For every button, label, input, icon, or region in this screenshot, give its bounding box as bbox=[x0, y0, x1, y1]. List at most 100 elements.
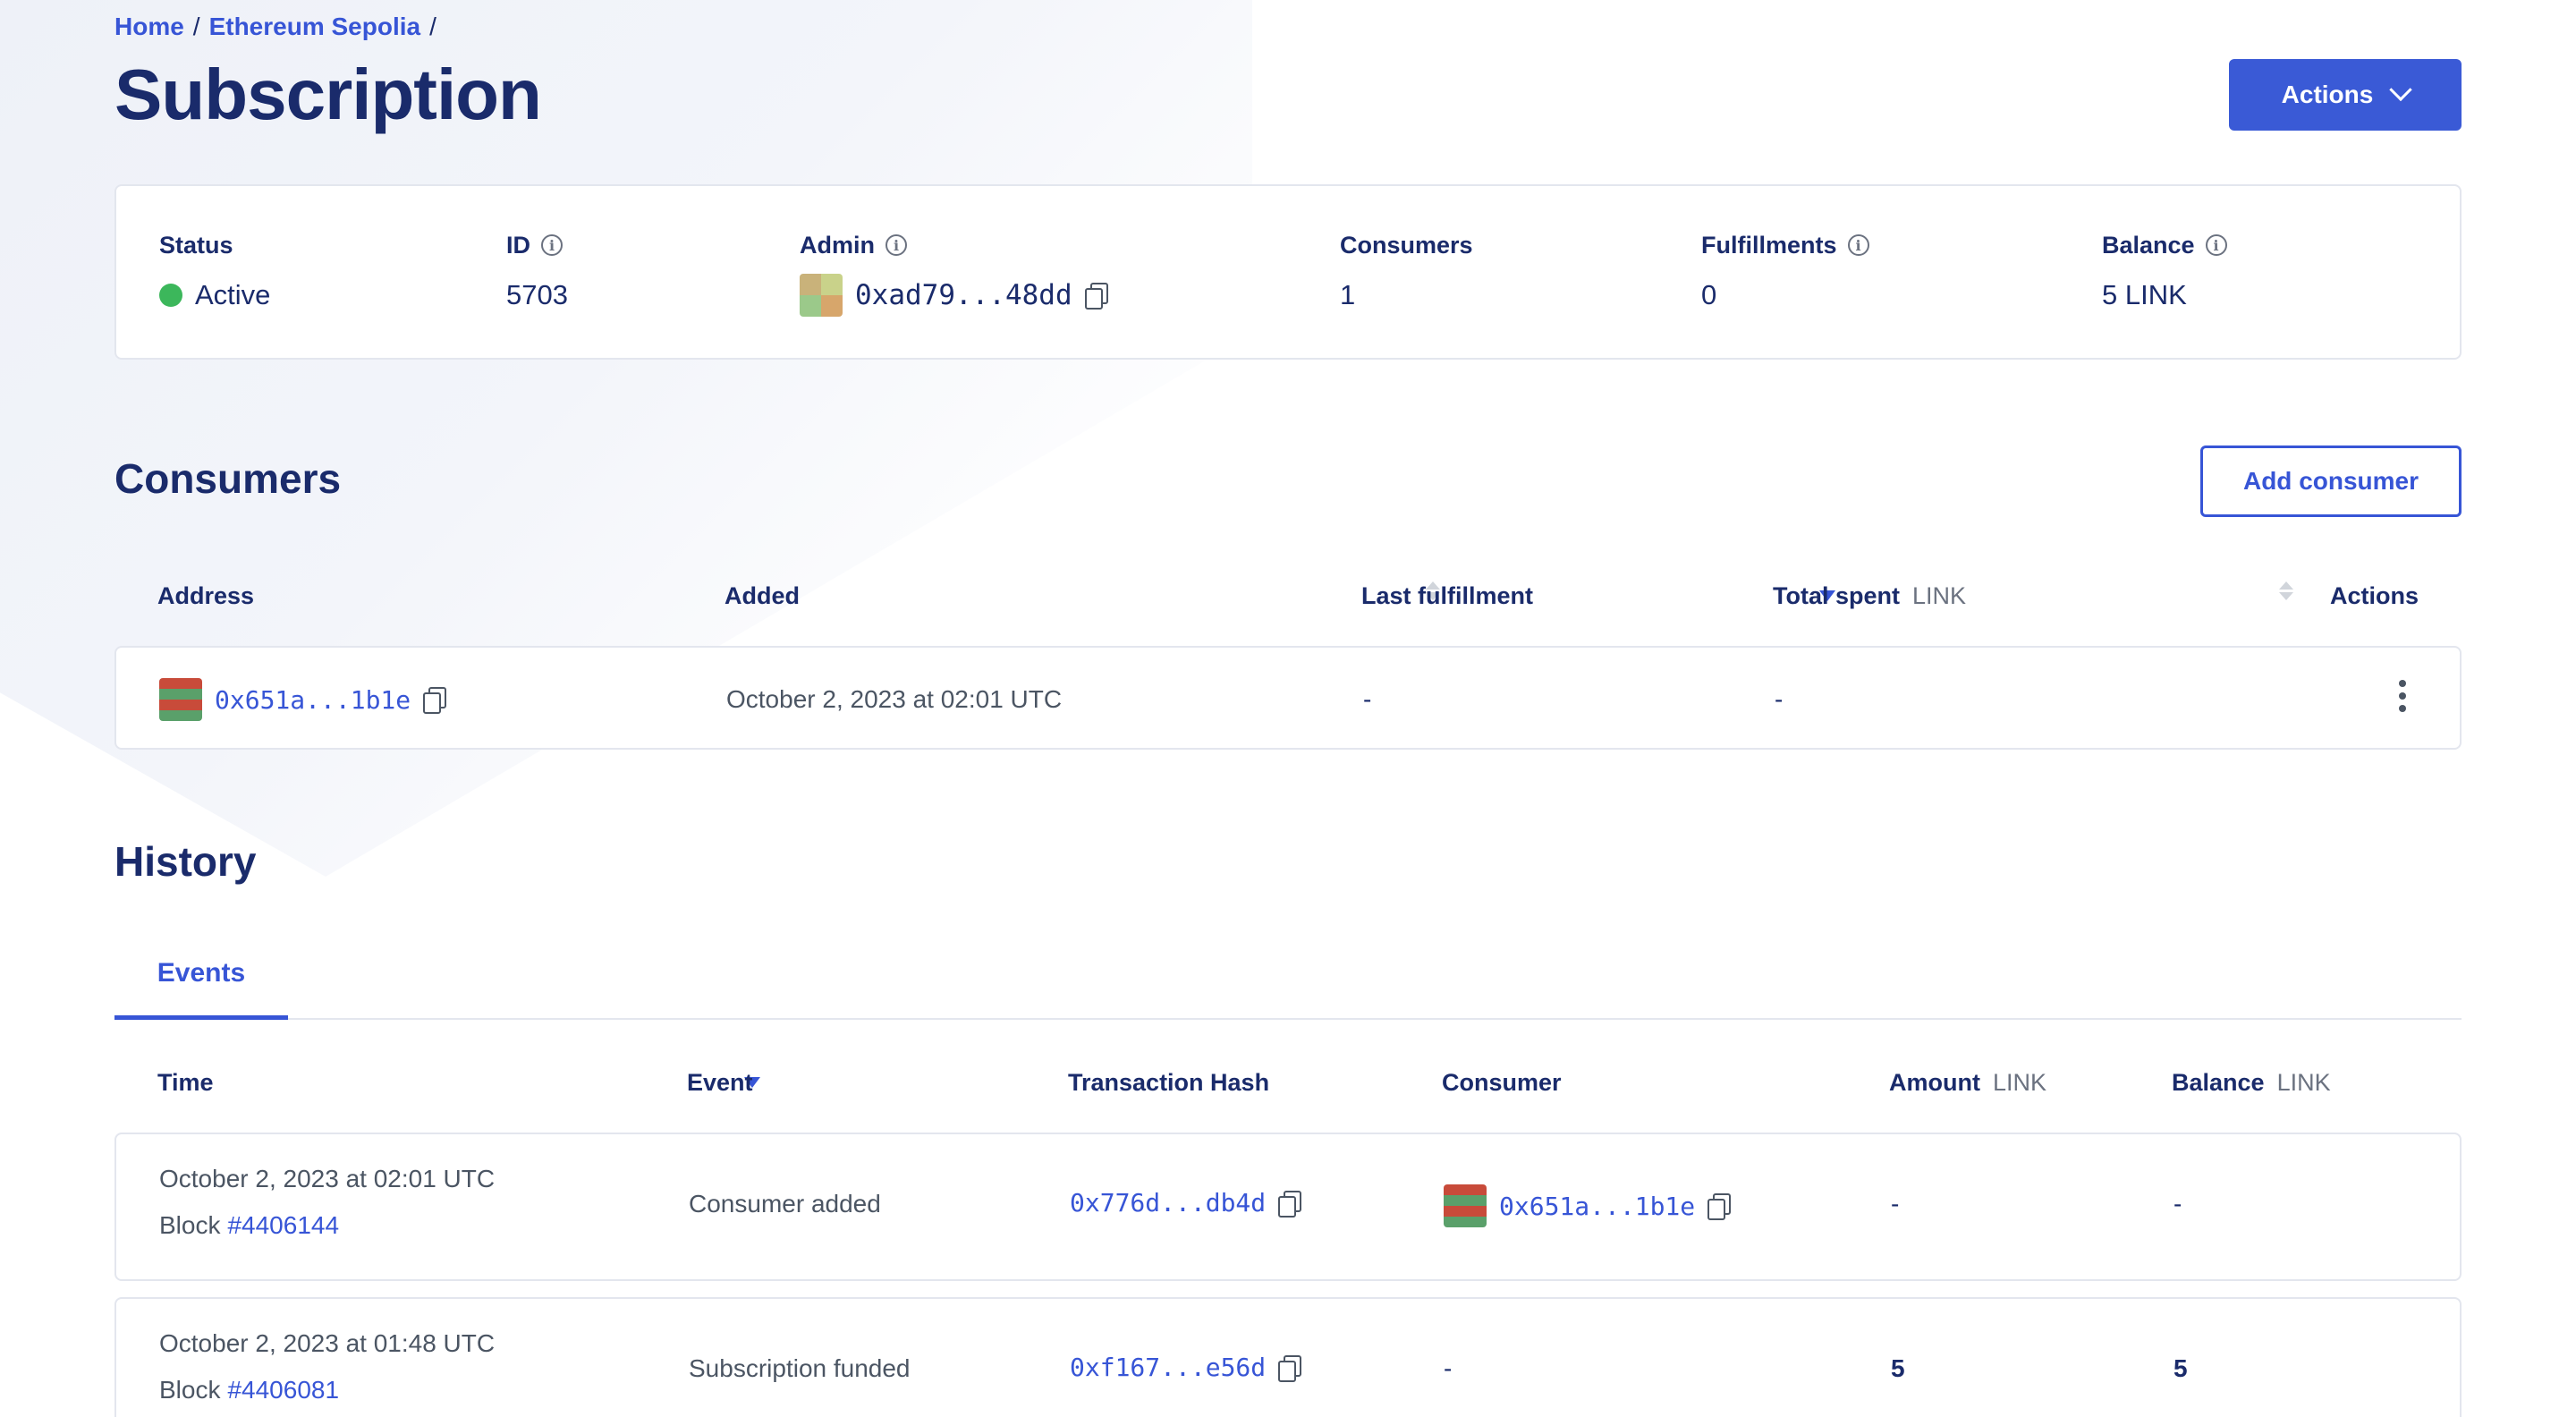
sort-icon[interactable] bbox=[2279, 581, 2293, 600]
column-unit-label: LINK bbox=[2276, 1068, 2331, 1096]
info-icon[interactable]: i bbox=[1847, 234, 1869, 256]
breadcrumb-separator: / bbox=[429, 13, 436, 40]
copy-icon[interactable] bbox=[1084, 283, 1108, 310]
consumers-value: 1 bbox=[1340, 279, 1356, 310]
tab-events[interactable]: Events bbox=[114, 930, 288, 1020]
consumer-last-fulfillment-cell: - bbox=[1363, 685, 1372, 713]
event-block-label: Block bbox=[159, 1376, 221, 1404]
event-tx-cell: 0x776d...db4d bbox=[1070, 1188, 1302, 1218]
history-tabs: Events bbox=[114, 930, 2462, 1020]
copy-icon[interactable] bbox=[1278, 1354, 1302, 1382]
admin-label: Admin bbox=[800, 231, 875, 259]
column-amount: Amount LINK bbox=[1889, 1056, 2046, 1109]
column-event-label: Event bbox=[687, 1068, 753, 1096]
event-tx-cell: 0xf167...e56d bbox=[1070, 1353, 1302, 1382]
history-table-header: Time Event Transaction Hash Consumer Amo… bbox=[114, 1056, 2462, 1109]
column-unit-label: LINK bbox=[1992, 1068, 2047, 1096]
column-added[interactable]: Added bbox=[724, 569, 1440, 623]
tx-hash-link[interactable]: 0xf167...e56d bbox=[1070, 1353, 1266, 1382]
balance-value: 5 LINK bbox=[2102, 279, 2187, 310]
chevron-down-icon bbox=[2389, 78, 2413, 102]
event-block-link[interactable]: #4406144 bbox=[227, 1211, 339, 1240]
row-more-options-icon[interactable] bbox=[2399, 680, 2406, 712]
column-tx-hash-label: Transaction Hash bbox=[1068, 1068, 1270, 1096]
event-block: Block #4406144 bbox=[159, 1211, 339, 1240]
column-balance: Balance LINK bbox=[2172, 1056, 2331, 1109]
id-value: 5703 bbox=[506, 279, 568, 310]
balance-label: Balance bbox=[2102, 231, 2195, 259]
event-block: Block #4406081 bbox=[159, 1376, 339, 1404]
tx-hash-link[interactable]: 0x776d...db4d bbox=[1070, 1188, 1266, 1218]
table-row: October 2, 2023 at 02:01 UTC Block #4406… bbox=[114, 1133, 2462, 1281]
info-icon[interactable]: i bbox=[541, 234, 563, 256]
column-amount-label: Amount bbox=[1889, 1068, 1980, 1096]
column-added-label: Added bbox=[724, 581, 800, 609]
column-actions: Actions bbox=[2330, 569, 2419, 623]
table-row: 0x651a...1b1e October 2, 2023 at 02:01 U… bbox=[114, 646, 2462, 750]
column-address: Address bbox=[157, 569, 254, 623]
column-time[interactable]: Time bbox=[157, 1056, 760, 1109]
breadcrumb-separator: / bbox=[192, 13, 200, 40]
history-section-title: History bbox=[114, 838, 257, 885]
table-row: October 2, 2023 at 01:48 UTC Block #4406… bbox=[114, 1297, 2462, 1417]
consumer-added-cell: October 2, 2023 at 02:01 UTC bbox=[726, 685, 1063, 713]
consumers-label: Consumers bbox=[1340, 231, 1473, 259]
event-time: October 2, 2023 at 02:01 UTC bbox=[159, 1165, 496, 1192]
column-total-spent-label: Total spent bbox=[1773, 581, 1901, 609]
consumer-avatar bbox=[159, 678, 202, 721]
consumer-address-cell: 0x651a...1b1e bbox=[159, 678, 447, 721]
status-value: Active bbox=[195, 279, 271, 310]
consumer-address-link[interactable]: 0x651a...1b1e bbox=[1499, 1192, 1695, 1221]
fulfillments-stat: Fulfillments i 0 bbox=[1701, 229, 1869, 313]
id-stat: ID i 5703 bbox=[506, 229, 568, 313]
copy-icon[interactable] bbox=[1278, 1190, 1302, 1218]
balance-stat: Balance i 5 LINK bbox=[2102, 229, 2227, 313]
column-unit-label: LINK bbox=[1912, 581, 1967, 609]
column-event: Event bbox=[687, 1056, 753, 1109]
consumers-table-header: Address Added Last fulfillment Total spe… bbox=[114, 569, 2462, 623]
id-label: ID bbox=[506, 231, 530, 259]
page-title: Subscription bbox=[114, 55, 542, 134]
consumers-section-title: Consumers bbox=[114, 455, 342, 502]
status-label: Status bbox=[159, 231, 233, 259]
event-name: Subscription funded bbox=[689, 1354, 911, 1382]
event-time: October 2, 2023 at 01:48 UTC bbox=[159, 1329, 496, 1357]
event-name: Consumer added bbox=[689, 1190, 881, 1218]
breadcrumb-network[interactable]: Ethereum Sepolia bbox=[209, 13, 421, 40]
column-tx-hash: Transaction Hash bbox=[1068, 1056, 1269, 1109]
consumer-address-link[interactable]: 0x651a...1b1e bbox=[215, 685, 411, 715]
add-consumer-button[interactable]: Add consumer bbox=[2200, 445, 2462, 517]
column-consumer: Consumer bbox=[1442, 1056, 1562, 1109]
column-address-label: Address bbox=[157, 581, 255, 609]
info-icon[interactable]: i bbox=[2205, 234, 2227, 256]
event-amount: - bbox=[1891, 1190, 1900, 1218]
page: Home / Ethereum Sepolia / Subscription Acti… bbox=[0, 0, 2576, 1417]
consumer-total-spent-cell: - bbox=[1775, 685, 1784, 713]
event-balance: 5 bbox=[2174, 1354, 2188, 1382]
consumer-avatar bbox=[1444, 1184, 1487, 1227]
status-dot-icon bbox=[159, 284, 182, 307]
fulfillments-value: 0 bbox=[1701, 279, 1717, 310]
breadcrumb-home[interactable]: Home bbox=[114, 13, 184, 40]
breadcrumb: Home / Ethereum Sepolia / bbox=[114, 13, 445, 41]
info-icon[interactable]: i bbox=[886, 234, 907, 256]
column-last-fulfillment[interactable]: Last fulfillment bbox=[1361, 569, 1835, 623]
column-actions-label: Actions bbox=[2329, 581, 2419, 609]
event-consumer-cell: 0x651a...1b1e bbox=[1444, 1184, 1732, 1227]
event-block-label: Block bbox=[159, 1211, 221, 1239]
admin-stat: Admin i 0xad79...48dd bbox=[800, 229, 1108, 317]
event-balance: - bbox=[2174, 1190, 2182, 1218]
column-last-fulfillment-label: Last fulfillment bbox=[1361, 581, 1534, 609]
fulfillments-label: Fulfillments bbox=[1701, 231, 1837, 259]
admin-avatar bbox=[800, 274, 843, 317]
copy-icon[interactable] bbox=[423, 687, 447, 714]
actions-button-label: Actions bbox=[2281, 81, 2374, 108]
event-amount: 5 bbox=[1891, 1354, 1905, 1382]
event-consumer-cell: - bbox=[1444, 1354, 1453, 1382]
actions-button[interactable]: Actions bbox=[2229, 59, 2462, 131]
column-total-spent[interactable]: Total spent LINK bbox=[1773, 569, 2293, 623]
event-block-link[interactable]: #4406081 bbox=[227, 1376, 339, 1404]
column-time-label: Time bbox=[157, 1068, 214, 1096]
copy-icon[interactable] bbox=[1707, 1193, 1732, 1220]
column-balance-label: Balance bbox=[2172, 1068, 2265, 1096]
